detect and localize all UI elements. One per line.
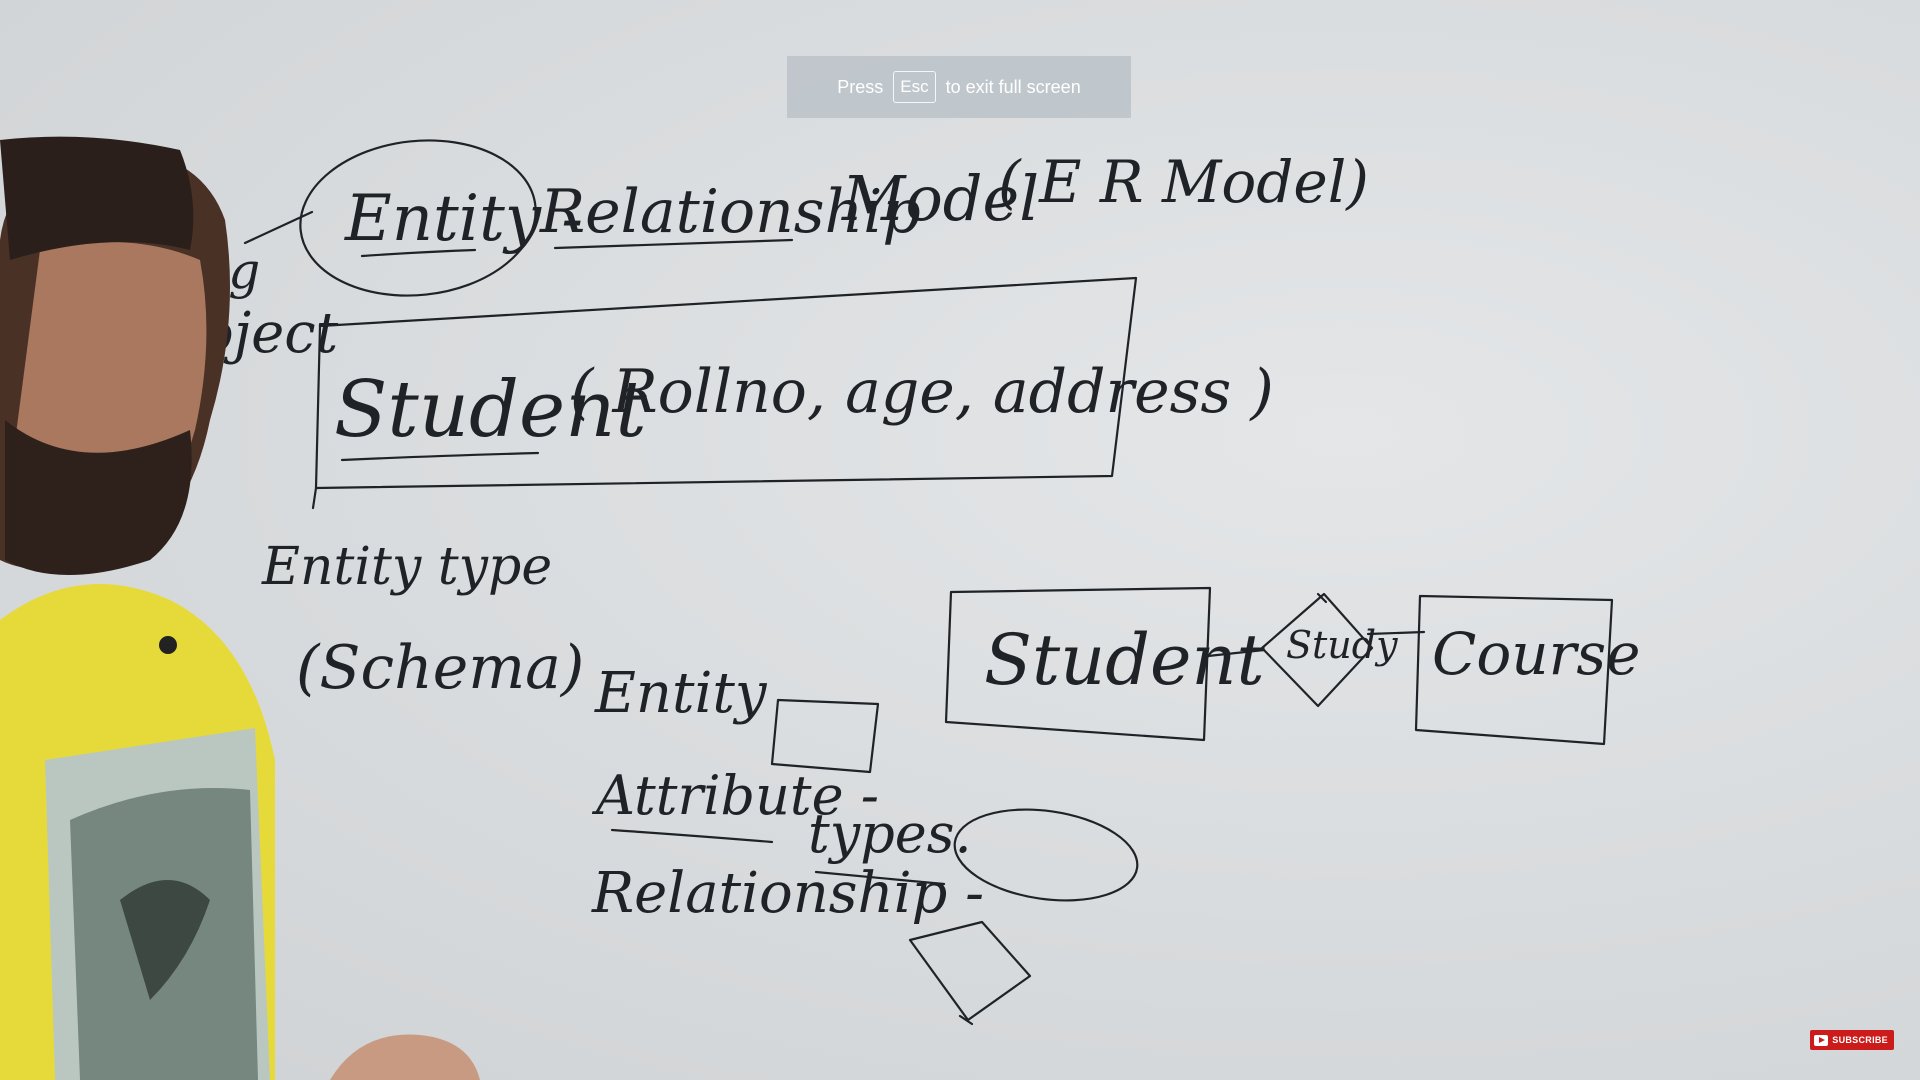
legend-entity-rectangle	[770, 698, 880, 774]
er-entity-course: Course	[1432, 620, 1640, 688]
subscribe-button[interactable]: SUBSCRIBE	[1810, 1030, 1894, 1050]
hint-rest: to exit full screen	[945, 76, 1081, 97]
er-entity-student: Student	[984, 619, 1265, 701]
er-relationship-study: Study	[1286, 623, 1398, 667]
whiteboard: Entity - Relationship Model ( E R Model)…	[0, 136, 1640, 1080]
legend-attribute-underline	[610, 828, 774, 844]
hint-press: Press	[837, 76, 884, 97]
video-player-fullscreen[interactable]: Entity - Relationship Model ( E R Model)…	[0, 0, 1920, 1080]
title-er-model: ( E R Model)	[998, 148, 1369, 216]
youtube-play-icon	[1814, 1034, 1829, 1046]
legend-relationship-diamond	[908, 920, 1032, 1022]
legend-types: types.	[808, 802, 972, 865]
schema-attributes: ( Rollno, age, address )	[570, 357, 1274, 427]
schema-box-tail	[311, 486, 318, 510]
esc-key-icon: Esc	[893, 71, 936, 103]
entity-type-schema: (Schema)	[296, 633, 584, 703]
legend-relationship: Relationship -	[591, 861, 984, 926]
entity-type-label: Entity type	[261, 537, 552, 597]
fullscreen-exit-hint: Press Esc to exit full screen	[787, 56, 1131, 118]
legend-entity: Entity	[594, 661, 768, 726]
subscribe-label: SUBSCRIBE	[1832, 1035, 1888, 1045]
